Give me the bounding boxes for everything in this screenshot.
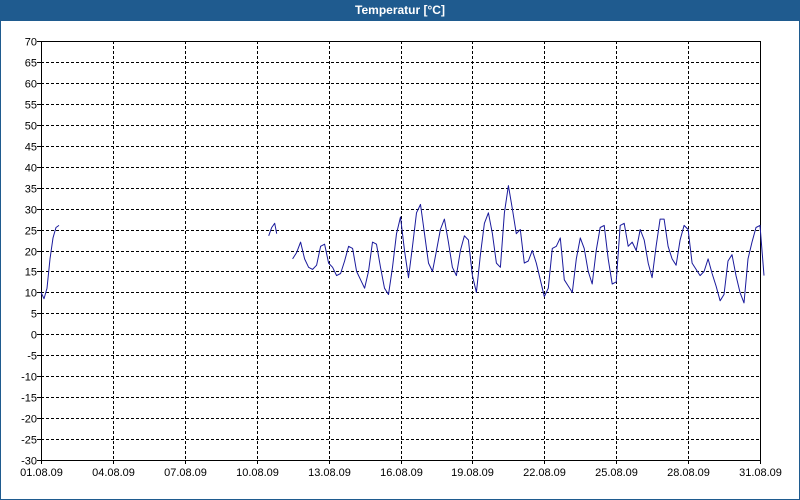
y-tick-label: 35 — [25, 184, 37, 196]
x-tick-label: 07.08.09 — [164, 467, 207, 479]
y-tick-label: 70 — [25, 37, 37, 49]
y-tick-label: 55 — [25, 100, 37, 112]
y-tick-label: 45 — [25, 142, 37, 154]
y-tick-label: -30 — [21, 456, 37, 468]
x-tick-label: 25.08.09 — [595, 467, 638, 479]
y-tick-label: 65 — [25, 58, 37, 70]
x-tick-label: 13.08.09 — [308, 467, 351, 479]
x-tick-label: 01.08.09 — [20, 467, 63, 479]
y-tick-label: 40 — [25, 163, 37, 175]
y-tick-label: 30 — [25, 205, 37, 217]
y-tick-label: 50 — [25, 121, 37, 133]
x-tick-label: 22.08.09 — [523, 467, 566, 479]
window-title: Temperatur [°C] — [0, 0, 800, 21]
x-tick-label: 19.08.09 — [451, 467, 494, 479]
y-tick-label: 15 — [25, 267, 37, 279]
y-tick-label: 5 — [31, 309, 37, 321]
y-tick-label: 25 — [25, 226, 37, 238]
chart-window: Temperatur [°C] 70 65 60 55 50 45 40 35 30 25 20 15… — [0, 0, 800, 500]
y-tick-label: -15 — [21, 393, 37, 405]
x-tick-label: 10.08.09 — [236, 467, 279, 479]
y-tick-label: -25 — [21, 435, 37, 447]
x-tick-label: 28.08.09 — [667, 467, 710, 479]
y-tick-label: 60 — [25, 79, 37, 91]
x-tick-label: 16.08.09 — [380, 467, 423, 479]
y-tick-label: 0 — [31, 330, 37, 342]
y-tick-label: -5 — [27, 351, 37, 363]
x-tick-label: 04.08.09 — [92, 467, 135, 479]
temperature-chart: 7065605550454035302520151050-5-10-15-20-… — [20, 37, 782, 480]
y-tick-label: 10 — [25, 288, 37, 300]
chart-area: 70 65 60 55 50 45 40 35 30 25 20 15 10 5 0 -5 -10 -15 -20-… — [1, 21, 799, 499]
x-tick-label: 31.08.09 — [739, 467, 782, 479]
y-tick-label: -10 — [21, 372, 37, 384]
y-tick-label: -20 — [21, 414, 37, 426]
y-tick-label: 20 — [25, 247, 37, 259]
